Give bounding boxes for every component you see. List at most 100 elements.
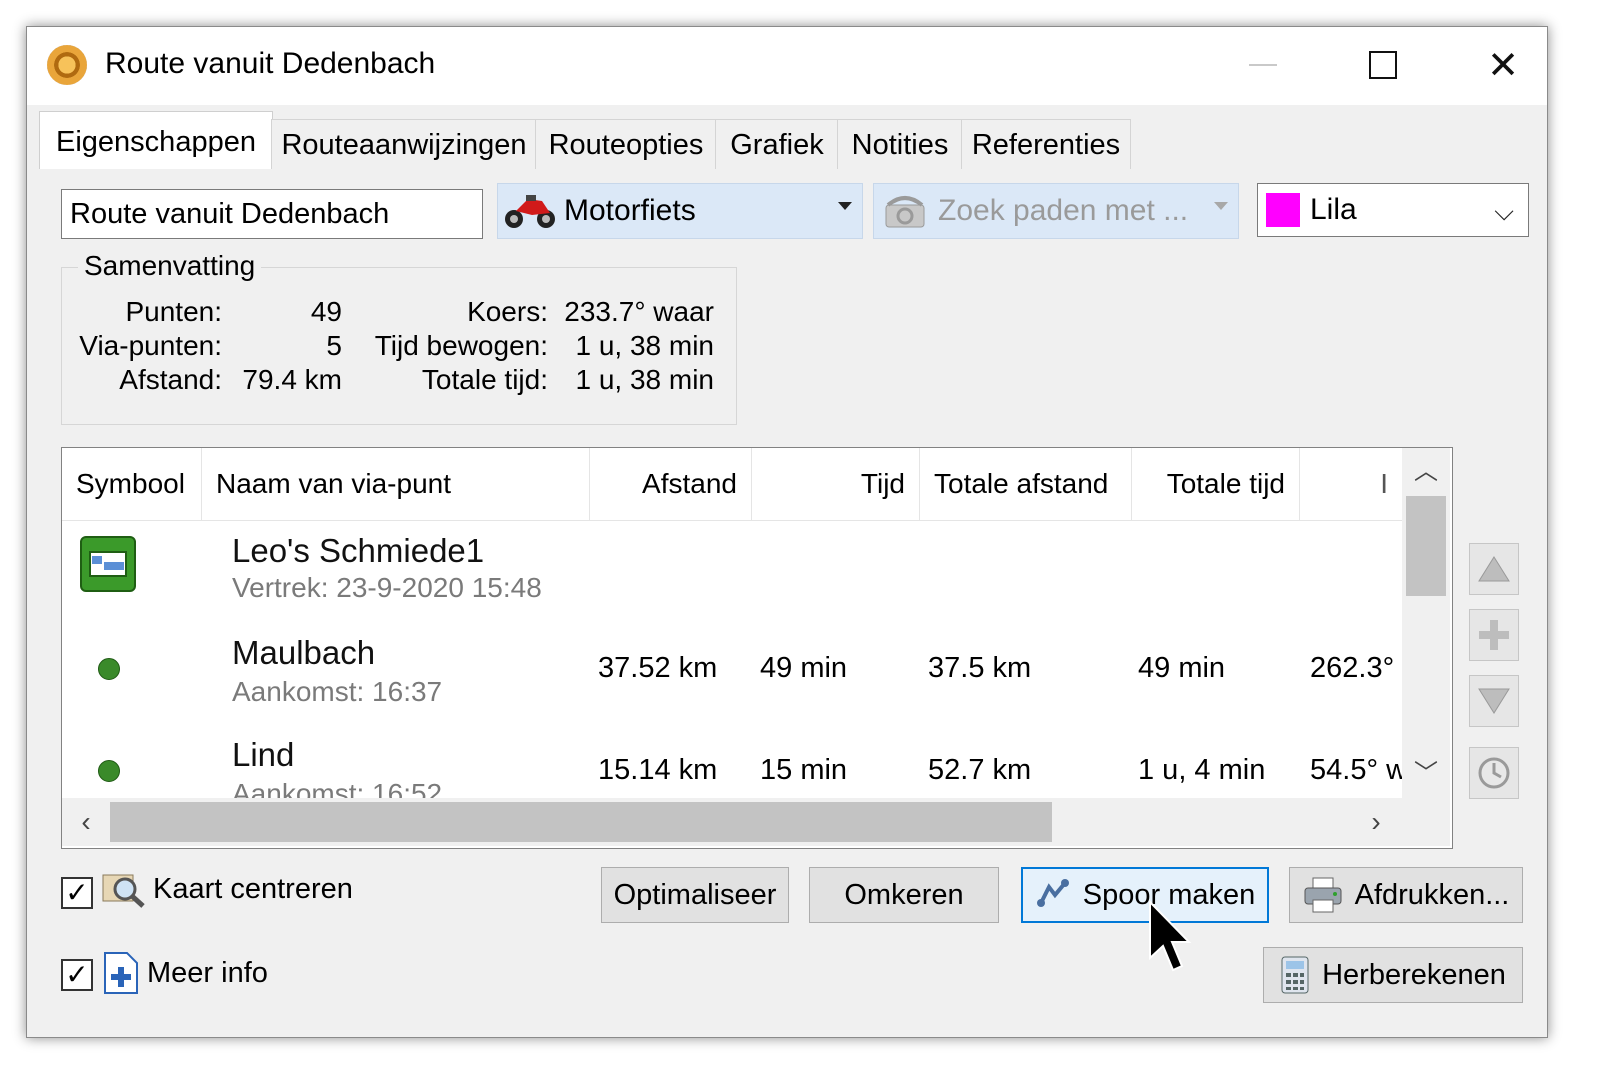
maximize-icon	[1369, 51, 1397, 79]
list-item[interactable]: Lind Aankomst: 16:52 15.14 km 15 min 52.…	[62, 728, 1402, 798]
minimize-button[interactable]	[1223, 41, 1303, 89]
leg-time: 49 min	[760, 652, 848, 684]
list-item[interactable]: Leo's Schmiede1 Vertrek: 23-9-2020 15:48	[62, 520, 1402, 624]
optimize-button[interactable]: Optimaliseer	[601, 867, 789, 923]
column-header-symbol[interactable]: Symbool	[62, 448, 202, 520]
column-header-extra[interactable]: I	[1300, 448, 1402, 520]
leg-distance: 37.52 km	[598, 652, 718, 684]
tab-routeopties[interactable]: Routeopties	[535, 119, 717, 170]
window-title: Route vanuit Dedenbach	[105, 47, 436, 80]
add-button[interactable]	[1469, 609, 1519, 661]
vertical-scroll-thumb[interactable]	[1406, 496, 1446, 596]
info-document-icon	[104, 952, 138, 994]
tab-referenties[interactable]: Referenties	[961, 119, 1131, 170]
minimize-icon	[1249, 64, 1277, 66]
clock-icon	[1478, 757, 1510, 789]
tab-routeaanwijzingen[interactable]: Routeaanwijzingen	[271, 119, 537, 170]
total-time-label: Totale tijd:	[421, 364, 548, 395]
moving-time-value: 1 u, 38 min	[575, 330, 714, 361]
leg-distance: 15.14 km	[598, 754, 718, 786]
chevron-left-icon[interactable]: ‹	[62, 798, 110, 846]
via-points-label: Via-punten:	[79, 330, 222, 361]
motorcycle-icon	[505, 195, 555, 228]
track-icon	[1036, 879, 1069, 907]
optimize-label: Optimaliseer	[613, 878, 777, 911]
path-search-dropdown[interactable]: Zoek paden met ...	[873, 183, 1239, 239]
list-item[interactable]: Maulbach Aankomst: 16:37 37.52 km 49 min…	[62, 624, 1402, 728]
waypoint-name: Lind	[232, 736, 295, 773]
make-track-button[interactable]: Spoor maken	[1021, 867, 1269, 923]
distance-label: Afstand:	[119, 364, 222, 395]
total-time: 49 min	[1138, 652, 1226, 684]
route-name-input[interactable]	[61, 189, 483, 239]
course-label: Koers:	[467, 296, 548, 327]
vehicle-label: Motorfiets	[564, 194, 696, 227]
horizontal-scrollbar[interactable]: ‹ ›	[62, 798, 1450, 846]
vehicle-dropdown[interactable]: Motorfiets	[497, 183, 863, 239]
close-button[interactable]: ✕	[1463, 41, 1543, 89]
recalculate-label: Herberekenen	[1322, 958, 1506, 991]
chevron-down-icon	[1214, 202, 1228, 210]
phone-icon	[885, 196, 925, 228]
points-label: Punten:	[125, 296, 222, 327]
via-points-list[interactable]: Symbool Naam van via-punt Afstand Tijd T…	[61, 447, 1453, 849]
reverse-label: Omkeren	[844, 878, 964, 911]
reverse-button[interactable]: Omkeren	[809, 867, 999, 923]
route-properties-window: Route vanuit Dedenbach ✕ Eigenschappen R…	[26, 26, 1548, 1038]
chevron-up-icon[interactable]: ︿	[1402, 448, 1450, 496]
more-info-checkbox[interactable]: ✓	[61, 959, 93, 991]
calculator-icon	[1281, 956, 1309, 994]
waypoint-departure: Vertrek: 23-9-2020 15:48	[232, 572, 542, 603]
center-map-label: Kaart centreren	[153, 873, 353, 905]
color-label: Lila	[1310, 193, 1357, 226]
total-distance: 52.7 km	[928, 754, 1032, 786]
tab-strip: Eigenschappen Routeaanwijzingen Routeopt…	[27, 111, 1547, 172]
tab-eigenschappen[interactable]: Eigenschappen	[39, 111, 273, 172]
move-up-button[interactable]	[1469, 543, 1519, 595]
horizontal-scroll-thumb[interactable]	[110, 802, 1052, 842]
triangle-down-icon	[1478, 688, 1510, 714]
tab-notities[interactable]: Notities	[837, 119, 963, 170]
column-header-time[interactable]: Tijd	[752, 448, 920, 520]
app-icon	[47, 45, 87, 85]
title-bar: Route vanuit Dedenbach ✕	[27, 27, 1547, 105]
total-distance: 37.5 km	[928, 652, 1032, 684]
print-label: Afdrukken...	[1354, 878, 1510, 911]
waypoint-dot-icon	[98, 760, 120, 782]
bearing: 262.3°	[1310, 652, 1395, 684]
path-search-placeholder: Zoek paden met ...	[938, 194, 1189, 227]
vertical-scrollbar[interactable]: ︿ ﹀	[1402, 448, 1450, 798]
summary-group: Samenvatting Punten: 49 Via-punten: 5 Af…	[61, 250, 737, 425]
triangle-up-icon	[1478, 556, 1510, 582]
waypoint-arrival: Aankomst: 16:37	[232, 676, 443, 707]
chevron-down-icon: ⌵	[1494, 196, 1514, 226]
column-header-total-distance[interactable]: Totale afstand	[920, 448, 1132, 520]
total-time: 1 u, 4 min	[1138, 754, 1266, 786]
recalculate-button[interactable]: Herberekenen	[1263, 947, 1523, 1003]
map-magnifier-icon	[102, 874, 145, 908]
distance-value: 79.4 km	[242, 364, 342, 395]
column-header-distance[interactable]: Afstand	[590, 448, 752, 520]
chevron-right-icon[interactable]: ›	[1352, 798, 1400, 846]
mouse-cursor-icon	[1149, 900, 1192, 972]
waypoint-name: Leo's Schmiede1	[232, 532, 485, 569]
list-header: Symbool Naam van via-punt Afstand Tijd T…	[62, 448, 1402, 521]
center-map-checkbox[interactable]: ✓	[61, 877, 93, 909]
move-down-button[interactable]	[1469, 675, 1519, 727]
leg-time: 15 min	[760, 754, 848, 786]
printer-icon	[1304, 877, 1342, 913]
more-info-label: Meer info	[147, 957, 268, 989]
summary-legend: Samenvatting	[78, 250, 262, 282]
column-header-total-time[interactable]: Totale tijd	[1132, 448, 1300, 520]
column-header-name[interactable]: Naam van via-punt	[202, 448, 590, 520]
chevron-down-icon[interactable]: ﹀	[1402, 750, 1450, 798]
color-dropdown[interactable]: Lila ⌵	[1257, 183, 1529, 237]
bearing: 54.5° w	[1310, 754, 1402, 786]
maximize-button[interactable]	[1343, 41, 1423, 89]
plus-icon	[1479, 620, 1509, 650]
tab-grafiek[interactable]: Grafiek	[715, 119, 839, 170]
print-button[interactable]: Afdrukken...	[1289, 867, 1523, 923]
time-button[interactable]	[1469, 747, 1519, 799]
close-icon: ✕	[1487, 44, 1519, 87]
waypoint-dot-icon	[98, 658, 120, 680]
